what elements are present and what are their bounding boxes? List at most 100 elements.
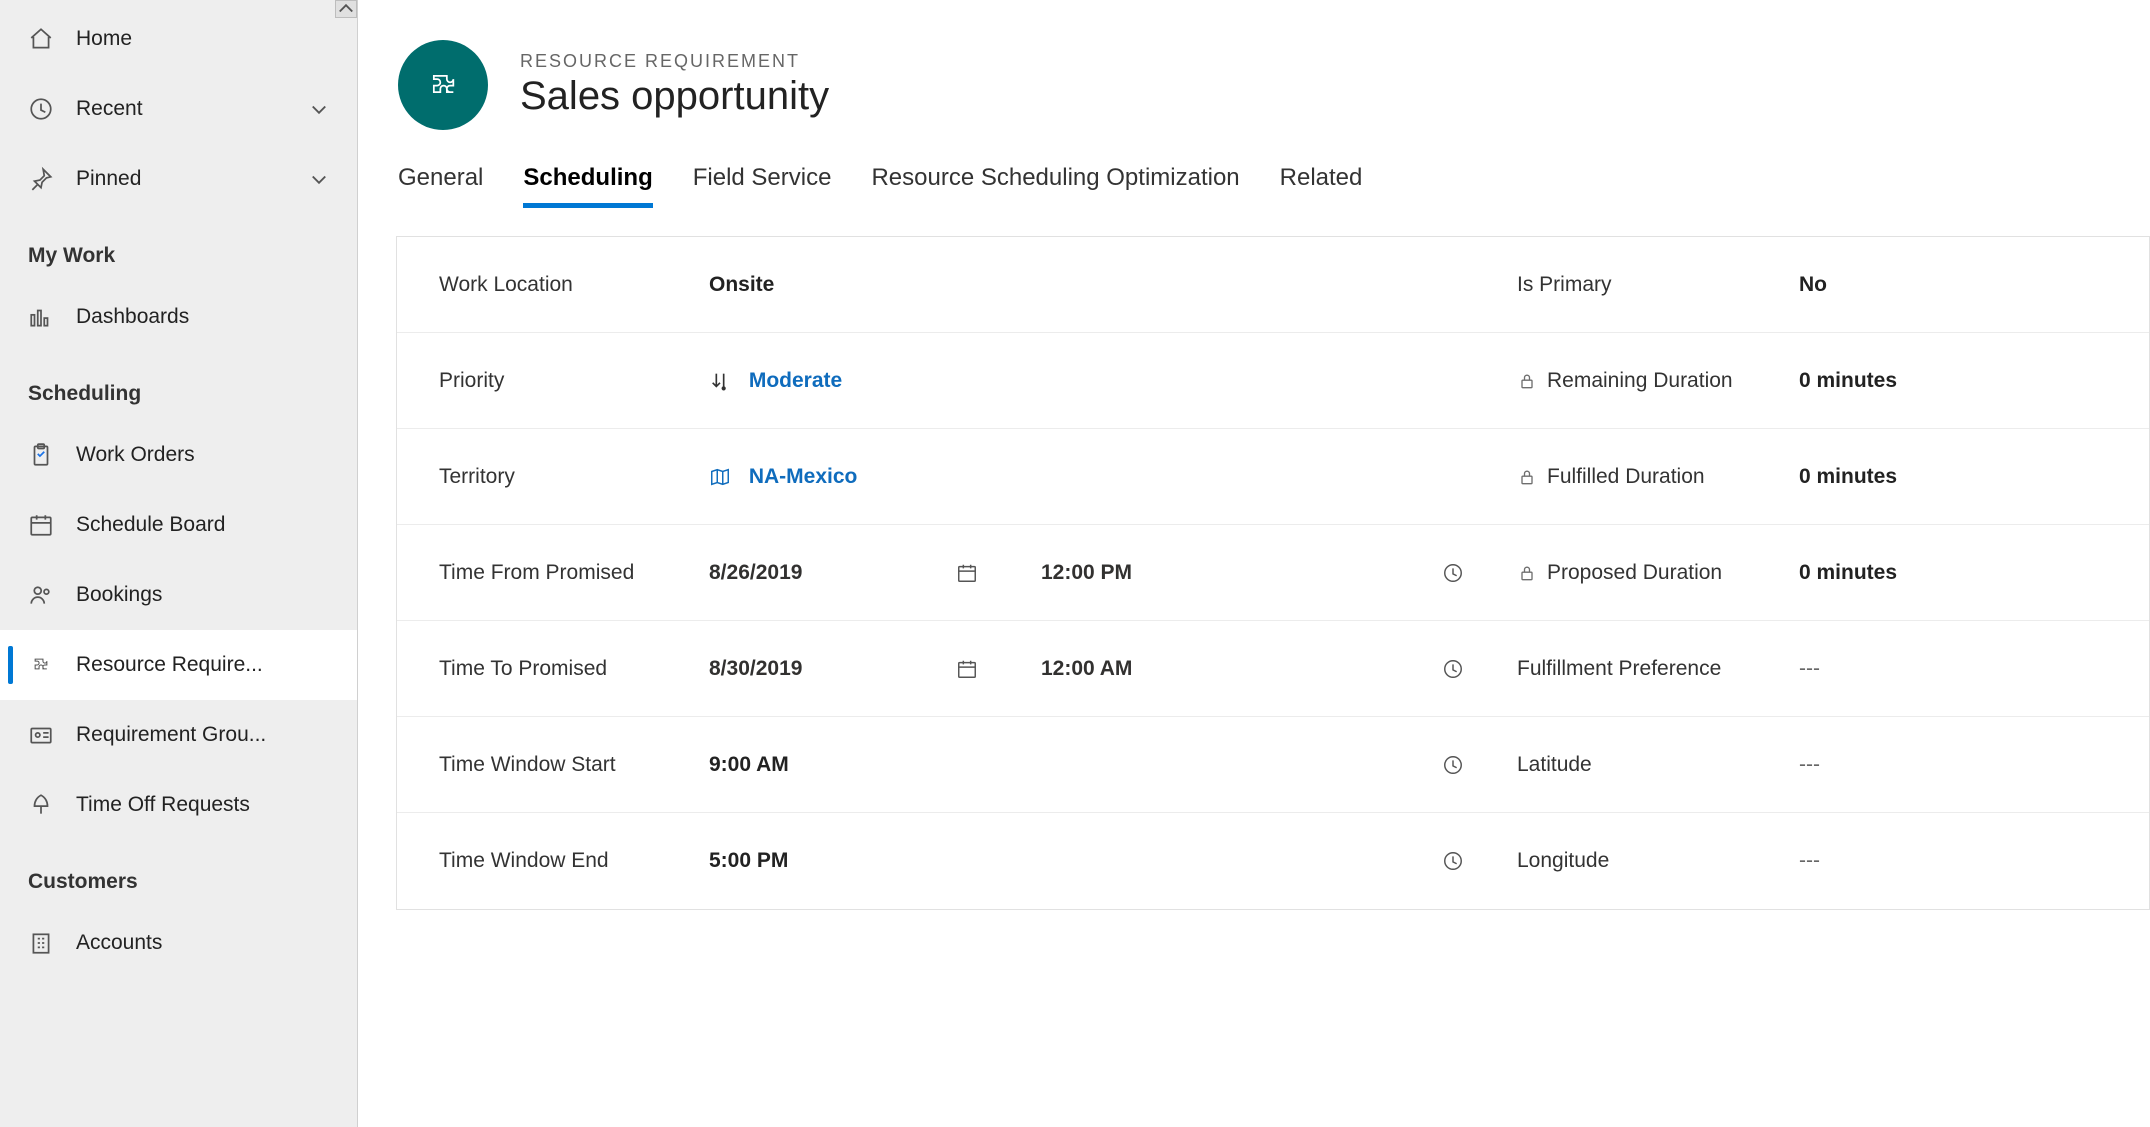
field-value: Onsite: [709, 273, 1467, 297]
field-value: No: [1799, 273, 2129, 297]
field-value: 0 minutes: [1799, 465, 2129, 489]
field-territory[interactable]: Territory NA-Mexico: [397, 429, 1487, 525]
people-icon: [28, 582, 54, 608]
sidebar-item-home[interactable]: Home: [0, 4, 357, 74]
timeoff-icon: [28, 792, 54, 818]
label-text: Fulfilled Duration: [1547, 465, 1705, 489]
nav-label: Resource Require...: [76, 653, 329, 677]
field-time-to-promised[interactable]: Time To Promised 8/30/2019 12:00 AM: [397, 621, 1487, 717]
dashboard-icon: [28, 304, 54, 330]
field-label: Priority: [409, 369, 709, 393]
sidebar-item-requirement-groups[interactable]: Requirement Grou...: [0, 700, 357, 770]
tab-scheduling[interactable]: Scheduling: [523, 164, 652, 200]
tab-field-service[interactable]: Field Service: [693, 164, 832, 200]
nav-label: Recent: [76, 97, 309, 121]
field-label: Latitude: [1499, 753, 1799, 777]
field-fulfilled-duration[interactable]: Fulfilled Duration 0 minutes: [1487, 429, 2149, 525]
priority-link-text: Moderate: [749, 369, 842, 392]
nav-label: Schedule Board: [76, 513, 329, 537]
field-remaining-duration[interactable]: Remaining Duration 0 minutes: [1487, 333, 2149, 429]
clock-icon[interactable]: [1439, 751, 1467, 779]
field-label: Fulfilled Duration: [1499, 465, 1799, 489]
lock-icon: [1517, 371, 1537, 391]
field-value: 0 minutes: [1799, 561, 2129, 585]
section-title-my-work: My Work: [0, 214, 357, 282]
nav-label: Bookings: [76, 583, 329, 607]
time-value: 12:00 AM: [1041, 657, 1425, 681]
field-value: 9:00 AM: [709, 753, 1425, 777]
field-time-from-promised[interactable]: Time From Promised 8/26/2019 12:00 PM: [397, 525, 1487, 621]
field-label: Fulfillment Preference: [1499, 657, 1799, 681]
field-value: 0 minutes: [1799, 369, 2129, 393]
field-priority[interactable]: Priority Moderate: [397, 333, 1487, 429]
record-type-icon: [398, 40, 488, 130]
field-value[interactable]: NA-Mexico: [709, 465, 1467, 489]
field-value[interactable]: Moderate: [709, 369, 1467, 393]
sidebar-item-work-orders[interactable]: Work Orders: [0, 420, 357, 490]
calendar-icon[interactable]: [953, 655, 981, 683]
sidebar-item-pinned[interactable]: Pinned: [0, 144, 357, 214]
id-card-icon: [28, 722, 54, 748]
nav-label: Work Orders: [76, 443, 329, 467]
gear-piece-icon: [28, 652, 54, 678]
form-left-column: Work Location Onsite Priority Moderate T…: [397, 237, 1487, 909]
time-value: 12:00 PM: [1041, 561, 1425, 585]
tab-related[interactable]: Related: [1280, 164, 1363, 200]
field-value: ---: [1799, 849, 2129, 873]
field-label: Longitude: [1499, 849, 1799, 873]
field-label: Time From Promised: [409, 561, 709, 585]
sidebar-item-schedule-board[interactable]: Schedule Board: [0, 490, 357, 560]
field-time-window-end[interactable]: Time Window End 5:00 PM: [397, 813, 1487, 909]
form-right-column: Is Primary No Remaining Duration 0 minut…: [1487, 237, 2149, 909]
sidebar-item-resource-requirements[interactable]: Resource Require...: [0, 630, 357, 700]
sidebar-item-dashboards[interactable]: Dashboards: [0, 282, 357, 352]
chevron-down-icon: [309, 169, 329, 189]
nav-label: Home: [76, 27, 329, 51]
clock-icon: [28, 96, 54, 122]
field-time-window-start[interactable]: Time Window Start 9:00 AM: [397, 717, 1487, 813]
clock-icon[interactable]: [1439, 559, 1467, 587]
field-longitude[interactable]: Longitude ---: [1487, 813, 2149, 909]
field-is-primary[interactable]: Is Primary No: [1487, 237, 2149, 333]
field-label: Is Primary: [1499, 273, 1799, 297]
sidebar-item-recent[interactable]: Recent: [0, 74, 357, 144]
field-label: Time Window Start: [409, 753, 709, 777]
field-latitude[interactable]: Latitude ---: [1487, 717, 2149, 813]
main-content: RESOURCE REQUIREMENT Sales opportunity G…: [358, 0, 2150, 1127]
field-proposed-duration[interactable]: Proposed Duration 0 minutes: [1487, 525, 2149, 621]
calendar-board-icon: [28, 512, 54, 538]
field-label: Work Location: [409, 273, 709, 297]
clipboard-icon: [28, 442, 54, 468]
sidebar-item-accounts[interactable]: Accounts: [0, 908, 357, 978]
field-label: Time To Promised: [409, 657, 709, 681]
field-value: ---: [1799, 753, 2129, 777]
label-text: Remaining Duration: [1547, 369, 1733, 393]
record-header: RESOURCE REQUIREMENT Sales opportunity: [358, 20, 2150, 164]
label-text: Proposed Duration: [1547, 561, 1722, 585]
clock-icon[interactable]: [1439, 847, 1467, 875]
tab-general[interactable]: General: [398, 164, 483, 200]
record-overline: RESOURCE REQUIREMENT: [520, 51, 829, 72]
chevron-down-icon: [309, 99, 329, 119]
field-label: Time Window End: [409, 849, 709, 873]
sidebar-item-time-off-requests[interactable]: Time Off Requests: [0, 770, 357, 840]
field-label: Remaining Duration: [1499, 369, 1799, 393]
form-panel: Work Location Onsite Priority Moderate T…: [396, 236, 2150, 910]
field-label: Proposed Duration: [1499, 561, 1799, 585]
nav-label: Accounts: [76, 931, 329, 955]
calendar-icon[interactable]: [953, 559, 981, 587]
lock-icon: [1517, 467, 1537, 487]
clock-icon[interactable]: [1439, 655, 1467, 683]
field-label: Territory: [409, 465, 709, 489]
sidebar-item-bookings[interactable]: Bookings: [0, 560, 357, 630]
date-value: 8/26/2019: [709, 561, 939, 585]
field-fulfillment-preference[interactable]: Fulfillment Preference ---: [1487, 621, 2149, 717]
field-value: 5:00 PM: [709, 849, 1425, 873]
tab-rso[interactable]: Resource Scheduling Optimization: [871, 164, 1239, 200]
lock-icon: [1517, 563, 1537, 583]
tab-strip: General Scheduling Field Service Resourc…: [358, 164, 2150, 216]
nav-label: Requirement Grou...: [76, 723, 329, 747]
record-titles: RESOURCE REQUIREMENT Sales opportunity: [520, 51, 829, 119]
building-icon: [28, 930, 54, 956]
field-work-location[interactable]: Work Location Onsite: [397, 237, 1487, 333]
